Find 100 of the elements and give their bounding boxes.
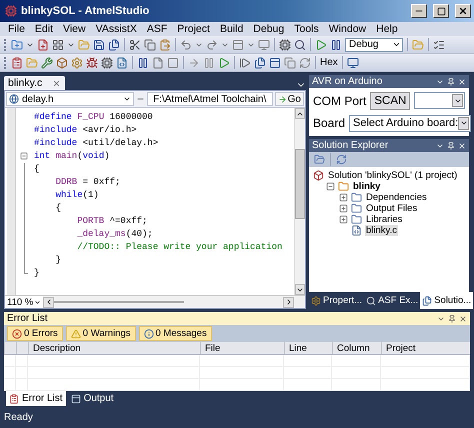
column-header[interactable]: Description: [28, 342, 200, 354]
close-button[interactable]: [455, 4, 471, 18]
menu-item[interactable]: View: [58, 23, 91, 35]
pin-icon[interactable]: [447, 78, 455, 86]
configuration-dropdown[interactable]: Debug: [345, 38, 403, 52]
redo-icon[interactable]: [206, 38, 218, 50]
panel-tab[interactable]: Propert...: [309, 292, 364, 309]
menu-item[interactable]: Tools: [289, 23, 324, 35]
menu-item[interactable]: Window: [324, 23, 372, 35]
menu-item[interactable]: Debug: [248, 23, 290, 35]
menu-item[interactable]: Project: [172, 23, 215, 35]
folder-icon: [351, 203, 362, 214]
com-port-label: COM Port: [313, 94, 366, 108]
add-file-icon[interactable]: [37, 38, 49, 50]
go-button[interactable]: Go: [274, 92, 304, 106]
window-icon[interactable]: [232, 38, 244, 50]
code-line: int main(void): [20, 150, 294, 163]
column-header[interactable]: Project: [381, 342, 470, 354]
tree-item[interactable]: Output Files: [365, 203, 418, 214]
pause-icon[interactable]: [330, 38, 342, 50]
chip-icon[interactable]: [279, 38, 291, 50]
tree-item[interactable]: blinky.c: [365, 225, 398, 236]
pin-icon[interactable]: [448, 314, 456, 322]
tree-item[interactable]: Dependencies: [365, 192, 428, 203]
menu-item[interactable]: Build: [214, 23, 248, 35]
panel-tab[interactable]: ASF Ex...: [364, 292, 420, 309]
save-all-icon[interactable]: [108, 38, 120, 50]
grid-icon[interactable]: [52, 38, 64, 50]
code-line: {: [20, 163, 294, 176]
undo-icon[interactable]: [180, 38, 192, 50]
folder-icon: [351, 192, 362, 203]
copy-icon[interactable]: [284, 56, 296, 68]
play-icon[interactable]: [218, 56, 230, 68]
scroll-thumb[interactable]: [54, 301, 184, 303]
filter-toggle[interactable]: 0 Messages: [138, 326, 212, 341]
chip-icon[interactable]: [101, 56, 113, 68]
checklist-icon[interactable]: [11, 56, 23, 68]
box-icon[interactable]: [56, 56, 68, 68]
panel-header: AVR on Arduino: [309, 75, 469, 88]
close-icon[interactable]: [52, 78, 62, 88]
gear-icon[interactable]: [71, 56, 83, 68]
code-file-icon[interactable]: [116, 56, 128, 68]
file-path-dropdown[interactable]: F:\Atmel\Atmel Toolchain\: [146, 92, 273, 106]
expand-icon[interactable]: [339, 204, 348, 213]
error-list-icon: [9, 394, 19, 404]
monitor-icon[interactable]: [346, 56, 359, 68]
scan-button[interactable]: SCAN: [370, 92, 410, 110]
refresh-icon[interactable]: [336, 154, 347, 165]
stop-icon[interactable]: [167, 56, 179, 68]
scroll-thumb[interactable]: [295, 149, 305, 219]
com-port-dropdown[interactable]: [414, 92, 465, 110]
tree-item[interactable]: Libraries: [365, 214, 404, 225]
menu-item[interactable]: ASF: [142, 23, 172, 35]
app-icon: [5, 5, 17, 17]
refresh-icon[interactable]: [299, 56, 311, 68]
copy-icon[interactable]: [144, 38, 156, 50]
panel-tab[interactable]: Error List: [6, 391, 66, 406]
column-header[interactable]: Line: [284, 342, 332, 354]
filter-toggle[interactable]: 0 Warnings: [66, 326, 136, 341]
hex-toggle[interactable]: Hex: [320, 57, 338, 68]
menu-item[interactable]: File: [3, 23, 30, 35]
wrench-icon[interactable]: [41, 56, 53, 68]
member-dropdown[interactable]: delay.h: [6, 92, 134, 106]
folder-icon[interactable]: [314, 154, 325, 165]
save-icon[interactable]: [93, 38, 105, 50]
step-icon[interactable]: [239, 56, 251, 68]
collapse-icon[interactable]: [20, 152, 28, 160]
minimize-button[interactable]: [411, 4, 427, 18]
menu-item[interactable]: Help: [371, 23, 403, 35]
panel-tab[interactable]: Solutio...: [420, 292, 474, 309]
collapse-icon[interactable]: [326, 182, 335, 191]
column-header[interactable]: Column: [332, 342, 381, 354]
scissors-icon[interactable]: [129, 38, 141, 50]
close-icon[interactable]: [459, 314, 467, 322]
panel-tab[interactable]: Output: [68, 391, 117, 406]
monitor-icon[interactable]: [258, 38, 270, 50]
search-icon[interactable]: [294, 38, 306, 50]
document-tab[interactable]: blinky.c: [4, 76, 66, 90]
window-icon[interactable]: [269, 56, 281, 68]
solution-icon: [313, 170, 324, 181]
output-icon: [70, 394, 81, 404]
pause-icon[interactable]: [137, 56, 149, 68]
bug-icon[interactable]: [86, 56, 98, 68]
column-header[interactable]: File: [200, 342, 284, 354]
menu-item[interactable]: VAssistX: [90, 23, 142, 35]
tree-item[interactable]: Solution 'blinkySOL' (1 project): [327, 170, 458, 181]
windows-icon[interactable]: [254, 56, 266, 68]
zoom-dropdown[interactable]: 110 %: [5, 296, 43, 308]
code-line: }: [20, 267, 294, 280]
maximize-button[interactable]: [433, 4, 449, 18]
expand-icon[interactable]: [339, 215, 348, 224]
pin-icon[interactable]: [447, 142, 455, 150]
expand-icon[interactable]: [339, 193, 348, 202]
menu-item[interactable]: Edit: [30, 23, 58, 35]
list-icon[interactable]: [433, 38, 445, 50]
board-dropdown[interactable]: Select Arduino board:: [349, 114, 472, 132]
clipboard-icon[interactable]: [159, 38, 171, 50]
play-icon[interactable]: [315, 38, 327, 50]
tree-item[interactable]: blinky: [352, 181, 382, 192]
filter-toggle[interactable]: 0 Errors: [7, 326, 63, 341]
